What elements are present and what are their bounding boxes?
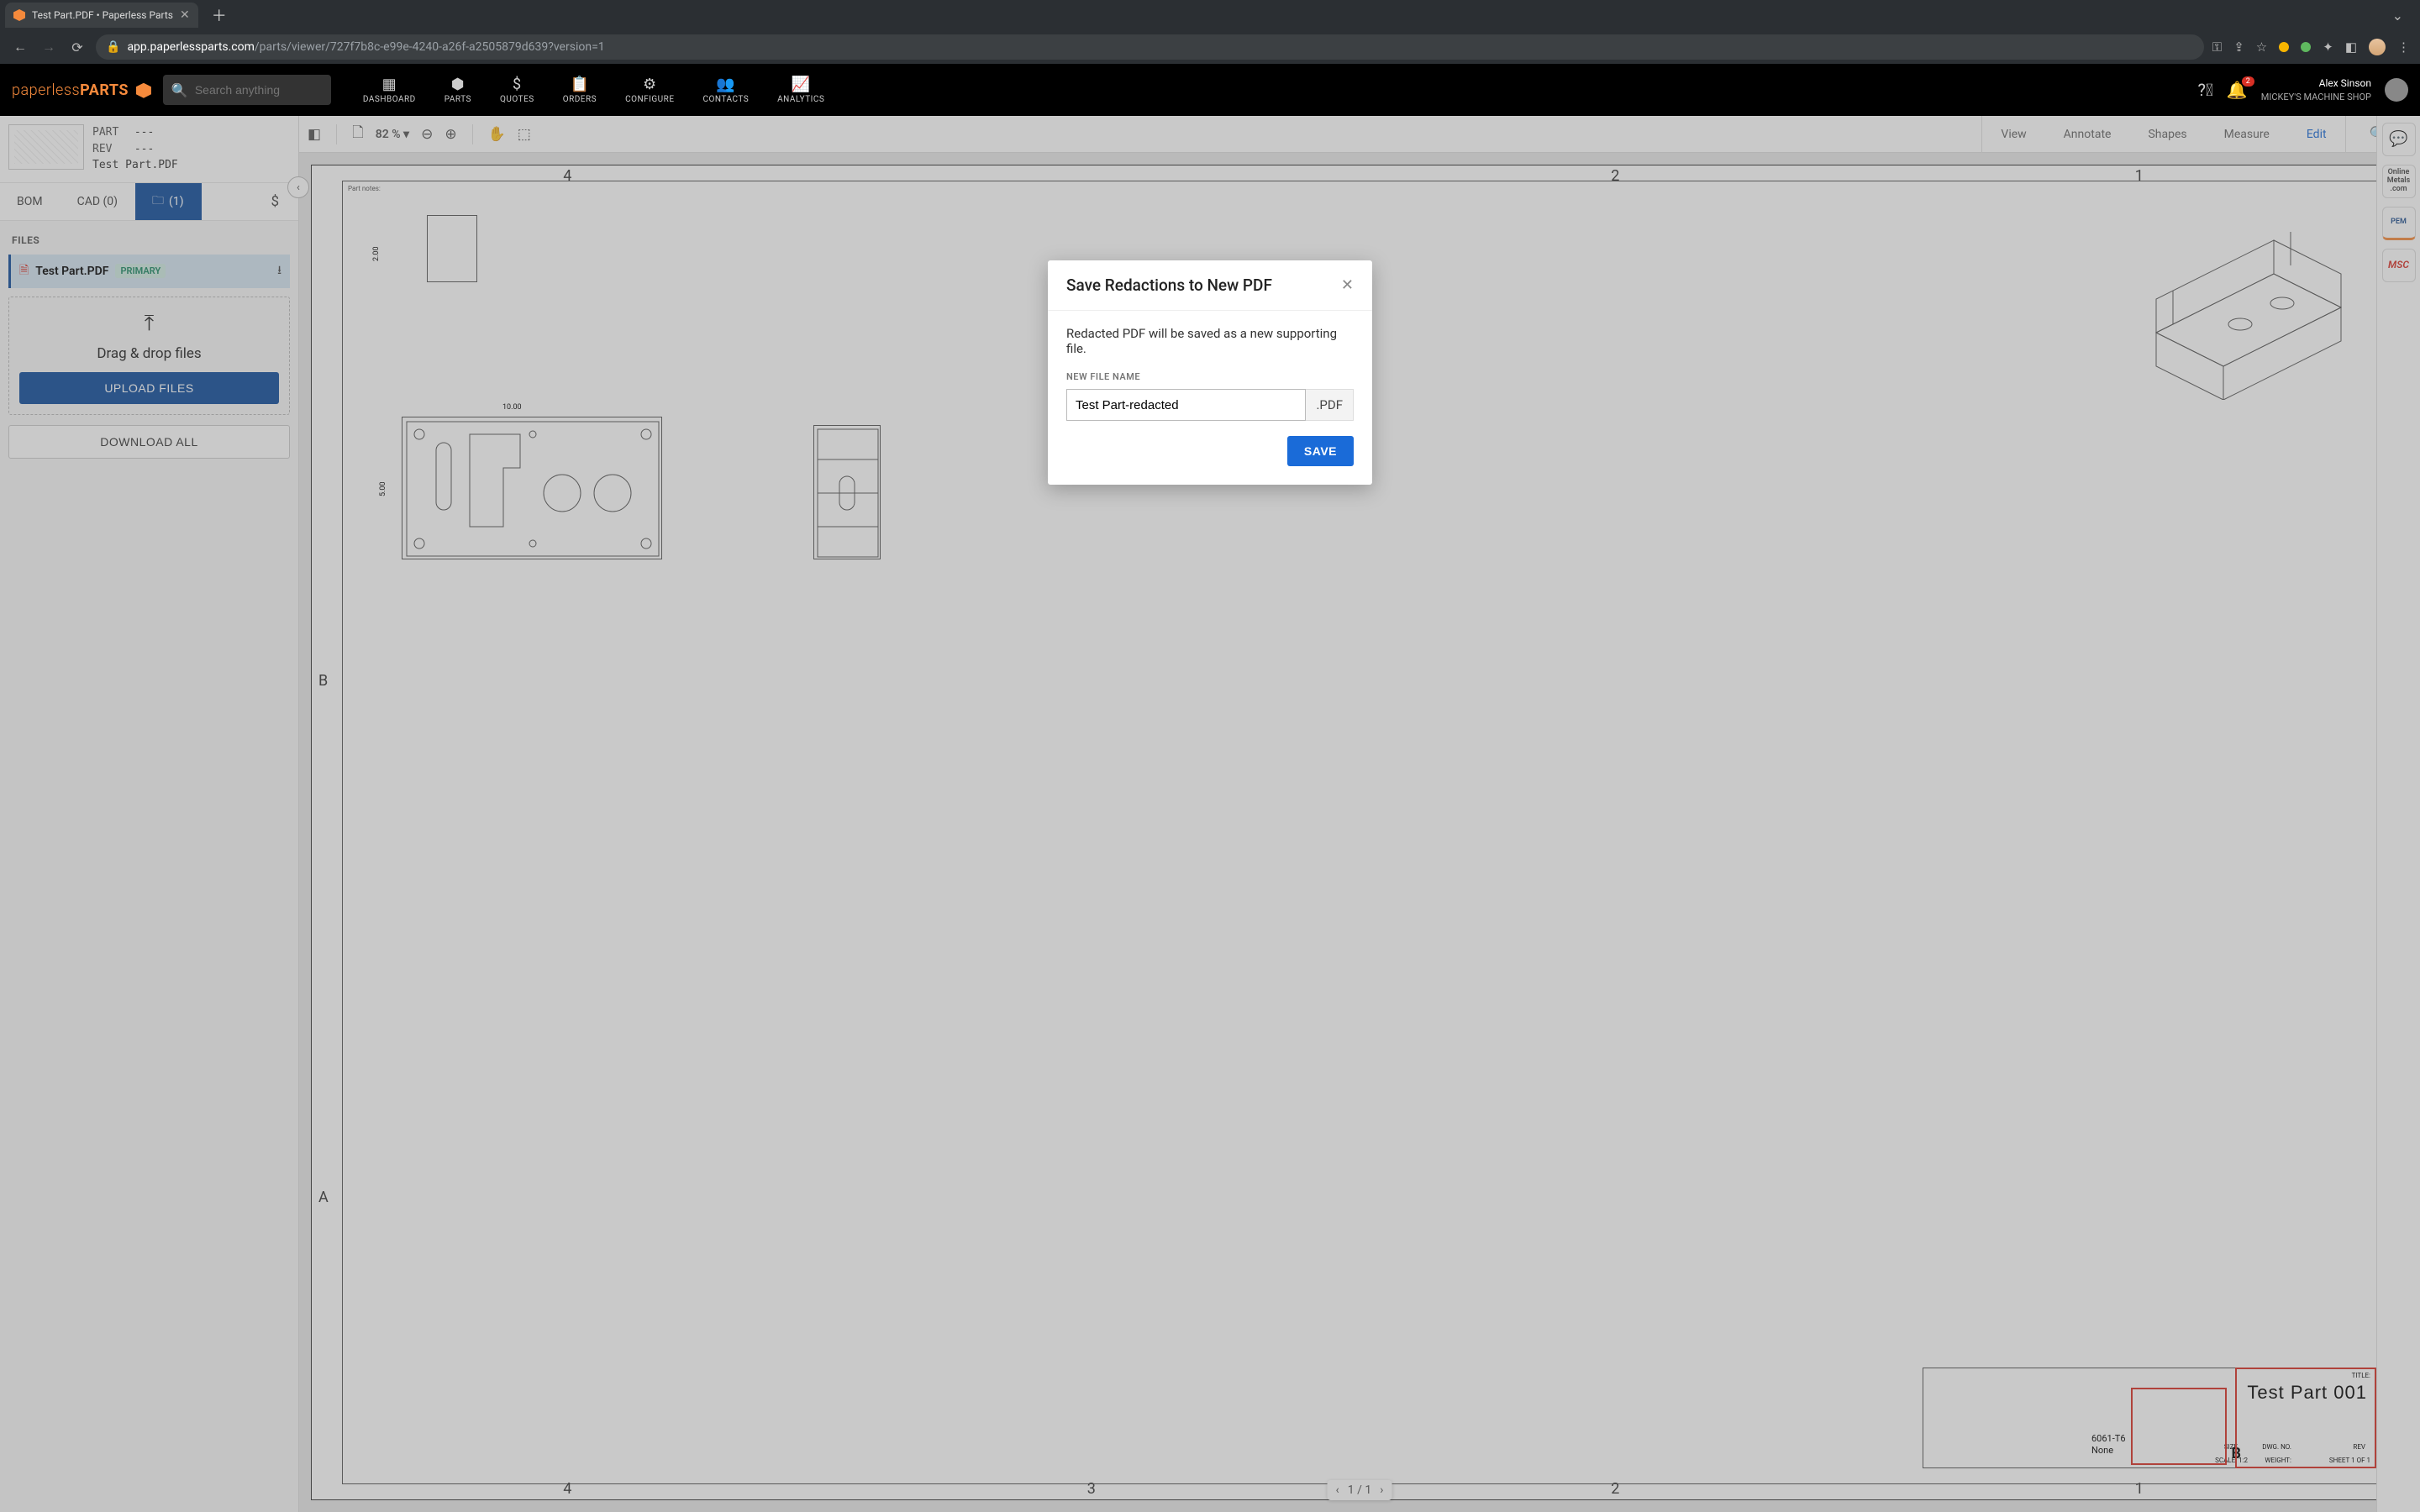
chart-icon: 📈	[792, 76, 811, 93]
global-search[interactable]: 🔍	[163, 75, 331, 105]
close-icon[interactable]: ✕	[180, 8, 190, 22]
shop-name: MICKEY'S MACHINE SHOP	[2261, 91, 2371, 103]
search-icon: 🔍	[171, 82, 188, 98]
modal-title: Save Redactions to New PDF	[1066, 276, 1272, 295]
tab-title: Test Part.PDF • Paperless Parts	[32, 9, 173, 21]
tab-favicon	[13, 9, 25, 21]
profile-avatar[interactable]	[2369, 39, 2386, 55]
nav-parts[interactable]: ⬢PARTS	[433, 72, 483, 108]
star-icon[interactable]: ☆	[2256, 39, 2267, 55]
key-icon[interactable]: ⚿	[2212, 39, 2222, 55]
new-filename-input[interactable]	[1066, 389, 1306, 421]
people-icon: 👥	[716, 76, 735, 93]
notification-badge: 2	[2242, 76, 2254, 87]
nav-orders[interactable]: 📋ORDERS	[551, 72, 608, 108]
help-icon[interactable]: ?⃝	[2198, 80, 2213, 100]
extension-icon-1[interactable]	[2279, 42, 2289, 52]
menu-icon[interactable]: ⋮	[2397, 39, 2410, 55]
brand-cube-icon	[136, 83, 151, 98]
user-avatar-icon[interactable]	[2385, 78, 2408, 102]
file-extension-label: .PDF	[1306, 389, 1354, 421]
app-header: paperlessPARTS 🔍 ▦DASHBOARD ⬢PARTS $QUOT…	[0, 64, 2420, 116]
close-icon[interactable]: ✕	[1341, 276, 1354, 294]
grid-icon: ▦	[382, 76, 397, 93]
browser-chrome: Test Part.PDF • Paperless Parts ✕ ＋ ⌄ ← …	[0, 0, 2420, 64]
user-menu[interactable]: Alex Sinson MICKEY'S MACHINE SHOP	[2261, 76, 2371, 103]
save-redactions-modal: Save Redactions to New PDF ✕ Redacted PD…	[1048, 260, 1372, 485]
browser-tab[interactable]: Test Part.PDF • Paperless Parts ✕	[5, 3, 198, 28]
nav-quotes[interactable]: $QUOTES	[488, 72, 546, 108]
gears-icon: ⚙	[643, 76, 657, 93]
modal-description: Redacted PDF will be saved as a new supp…	[1066, 326, 1354, 356]
nav-analytics[interactable]: 📈ANALYTICS	[765, 72, 836, 108]
share-icon[interactable]: ⇪	[2233, 39, 2244, 55]
notifications-icon[interactable]: 🔔2	[2227, 80, 2248, 100]
back-button[interactable]: ←	[10, 39, 30, 55]
extensions-icon[interactable]: ✦	[2323, 39, 2333, 55]
cube-icon: ⬢	[451, 76, 465, 93]
clipboard-icon: 📋	[570, 76, 589, 93]
nav-configure[interactable]: ⚙CONFIGURE	[613, 72, 686, 108]
save-button[interactable]: SAVE	[1287, 436, 1354, 466]
chevron-down-icon[interactable]: ⌄	[2392, 8, 2415, 24]
reload-button[interactable]: ⟳	[67, 39, 87, 55]
url-path: /parts/viewer/727f7b8c-e99e-4240-a26f-a2…	[255, 40, 605, 54]
user-name: Alex Sinson	[2261, 76, 2371, 91]
panel-icon[interactable]: ◧	[2345, 39, 2357, 55]
address-bar[interactable]: 🔒 app.paperlessparts.com/parts/viewer/72…	[96, 34, 2204, 60]
url-host: app.paperlessparts.com	[127, 40, 254, 54]
brand-logo[interactable]: paperlessPARTS	[12, 81, 151, 99]
nav-contacts[interactable]: 👥CONTACTS	[692, 72, 761, 108]
extension-icon-2[interactable]	[2301, 42, 2311, 52]
lock-icon: 🔒	[106, 40, 120, 54]
search-input[interactable]	[195, 83, 323, 97]
field-label: NEW FILE NAME	[1066, 371, 1354, 382]
forward-button[interactable]: →	[39, 39, 59, 55]
new-tab-button[interactable]: ＋	[207, 4, 232, 26]
nav-dashboard[interactable]: ▦DASHBOARD	[351, 72, 428, 108]
dollar-icon: $	[513, 76, 522, 93]
